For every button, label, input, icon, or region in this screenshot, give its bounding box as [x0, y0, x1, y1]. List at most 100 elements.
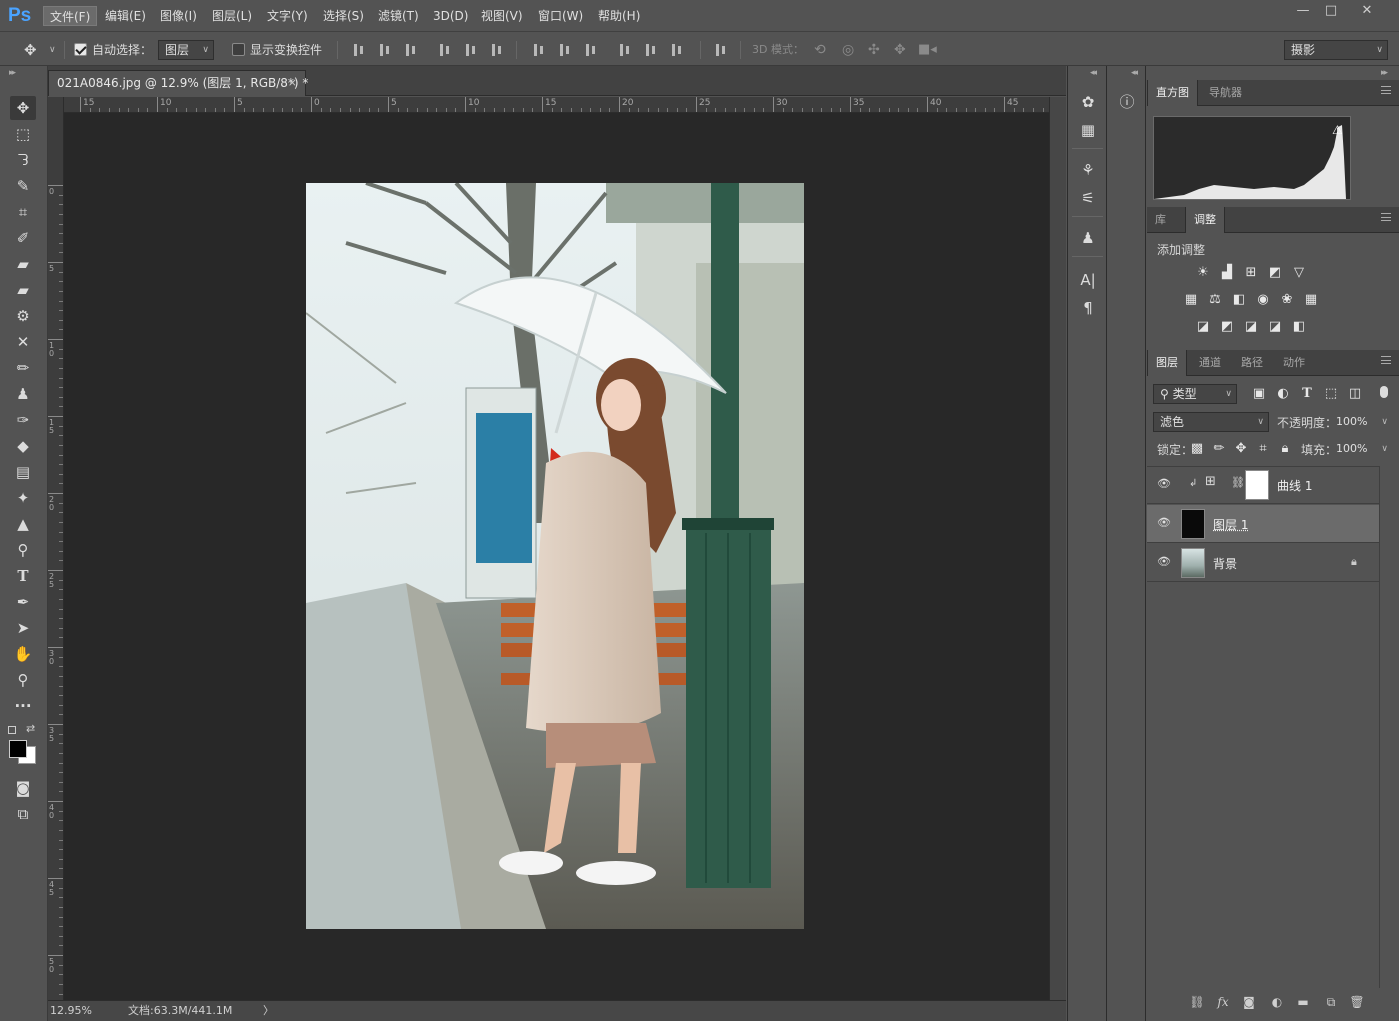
zoom-level[interactable]: 12.95%: [50, 1001, 92, 1021]
layer-style-fx-icon[interactable]: fx: [1215, 994, 1231, 1010]
distribute-vertical-center-icon[interactable]: [558, 44, 572, 56]
quick-select-tool-icon[interactable]: ✎: [10, 174, 36, 198]
levels-icon[interactable]: ▟: [1219, 265, 1235, 281]
horizontal-ruler[interactable]: 15 10 5 0 5 10 15 20 25 30 35 40 45: [64, 97, 1049, 113]
maximize-button[interactable]: □: [1317, 2, 1345, 20]
lock-transparent-icon[interactable]: ▩: [1189, 441, 1205, 457]
blend-mode-dropdown[interactable]: 滤色 ∨: [1153, 412, 1269, 432]
menu-filter[interactable]: 滤镜(T): [372, 6, 425, 26]
menu-view[interactable]: 视图(V): [475, 6, 529, 26]
menu-edit[interactable]: 编辑(E): [99, 6, 152, 26]
mask-link-icon[interactable]: ⛓: [1231, 476, 1245, 489]
tab-adjustments[interactable]: 调整: [1185, 207, 1225, 233]
screen-mode-icon[interactable]: ⧉: [10, 802, 36, 826]
lock-artboard-icon[interactable]: ⌗: [1255, 441, 1271, 457]
align-top-icon[interactable]: [352, 44, 366, 56]
sharpen-tool-icon[interactable]: ▲: [10, 512, 36, 536]
3d-slide-icon[interactable]: ✥: [894, 40, 906, 60]
gradient-tool-icon[interactable]: ▤: [10, 460, 36, 484]
brightness-contrast-icon[interactable]: ☀: [1195, 265, 1211, 281]
panel-menu-icon[interactable]: [1381, 356, 1391, 364]
color-balance-icon[interactable]: ⚖: [1207, 292, 1223, 308]
3d-drag-icon[interactable]: ✣: [868, 40, 880, 60]
new-layer-icon[interactable]: ⧉: [1323, 994, 1339, 1010]
history-brush-tool-icon[interactable]: ✑: [10, 408, 36, 432]
menu-help[interactable]: 帮助(H): [592, 6, 646, 26]
3d-roll-icon[interactable]: ◎: [842, 40, 854, 60]
align-vertical-center-icon[interactable]: [378, 44, 392, 56]
lasso-tool-icon[interactable]: ᘊ: [10, 148, 36, 172]
character-panel-icon[interactable]: A|: [1076, 268, 1100, 292]
gradient-map-icon[interactable]: ◧: [1291, 319, 1307, 335]
clone-source-icon[interactable]: ♟: [1076, 226, 1100, 250]
expand-toolbar-icon[interactable]: ▸▸: [9, 68, 16, 78]
align-horizontal-center-icon[interactable]: [464, 44, 478, 56]
distribute-horizontal-center-icon[interactable]: [644, 44, 658, 56]
color-lookup-icon[interactable]: ▦: [1303, 292, 1319, 308]
paragraph-panel-icon[interactable]: ¶: [1076, 296, 1100, 320]
menu-file[interactable]: 文件(F): [43, 6, 98, 26]
zoom-tool-icon[interactable]: ⚲: [10, 668, 36, 692]
type-tool-icon[interactable]: T: [10, 564, 36, 588]
new-adjustment-layer-icon[interactable]: ◐: [1269, 994, 1285, 1010]
hand-tool-icon[interactable]: ✋: [10, 642, 36, 666]
visibility-eye-icon[interactable]: 👁︎: [1157, 517, 1171, 529]
filter-type-icon[interactable]: T: [1299, 386, 1315, 402]
menu-layer[interactable]: 图层(L): [206, 6, 258, 26]
channel-mixer-icon[interactable]: ❀: [1279, 292, 1295, 308]
distribute-right-icon[interactable]: [670, 44, 684, 56]
pen-tool-icon[interactable]: ✒: [10, 590, 36, 614]
layer-name[interactable]: 图层 1: [1213, 516, 1248, 533]
patch-tool-icon[interactable]: ⚙: [10, 304, 36, 328]
filter-pixel-icon[interactable]: ▣: [1251, 386, 1267, 402]
canvas-area[interactable]: [64, 113, 1049, 1000]
filter-smart-object-icon[interactable]: ◫: [1347, 386, 1363, 402]
3d-scale-icon[interactable]: ■◂: [918, 40, 937, 60]
layer-row-layer-1[interactable]: 👁︎ 图层 1: [1147, 505, 1379, 543]
vibrance-icon[interactable]: ▽: [1291, 265, 1307, 281]
layer-name[interactable]: 曲线 1: [1277, 477, 1312, 494]
add-mask-icon[interactable]: ◙: [1241, 994, 1257, 1010]
3d-rotate-icon[interactable]: ⟲: [814, 40, 826, 60]
move-tool-preset-icon[interactable]: ✥: [24, 40, 37, 60]
status-menu-arrow-icon[interactable]: 〉: [263, 1001, 274, 1021]
swatches-panel-icon[interactable]: ▦: [1076, 118, 1100, 142]
vertical-ruler[interactable]: 0 5 10 15 20 25 30 35 40 45 50: [48, 97, 64, 1000]
collapse-panels-icon[interactable]: ▸▸: [1381, 68, 1388, 78]
filter-toggle[interactable]: [1380, 386, 1388, 398]
brush-settings-icon[interactable]: ⚟: [1076, 186, 1100, 210]
spot-healing-tool-icon[interactable]: ▰: [10, 252, 36, 276]
photo-filter-icon[interactable]: ◉: [1255, 292, 1271, 308]
swap-colors-icon[interactable]: ⇄: [26, 722, 35, 735]
layer-row-background[interactable]: 👁︎ 背景 🔒︎: [1147, 544, 1379, 582]
move-tool-icon[interactable]: ✥: [10, 96, 36, 120]
delete-layer-trash-icon[interactable]: 🗑︎: [1349, 994, 1365, 1010]
filter-shape-icon[interactable]: ⬚: [1323, 386, 1339, 402]
layer-filter-dropdown[interactable]: ⚲ 类型 ∨: [1153, 384, 1237, 404]
align-left-icon[interactable]: [438, 44, 452, 56]
auto-select-dropdown[interactable]: 图层 ∨: [158, 40, 214, 60]
quick-mask-icon[interactable]: ◙: [10, 776, 36, 800]
brush-tool-icon[interactable]: ✏: [10, 356, 36, 380]
menu-image[interactable]: 图像(I): [154, 6, 203, 26]
align-right-icon[interactable]: [490, 44, 504, 56]
menu-window[interactable]: 窗口(W): [532, 6, 589, 26]
color-panel-icon[interactable]: ✿: [1076, 90, 1100, 114]
vertical-scrollbar[interactable]: [1049, 97, 1066, 1000]
document-tab[interactable]: 021A0846.jpg @ 12.9% (图层 1, RGB/8*) * ×: [48, 70, 308, 96]
eyedropper-tool-icon[interactable]: ✐: [10, 226, 36, 250]
close-document-icon[interactable]: ×: [288, 71, 297, 95]
layer-name[interactable]: 背景: [1213, 555, 1237, 572]
document-image[interactable]: [306, 183, 804, 929]
invert-icon[interactable]: ◪: [1195, 319, 1211, 335]
visibility-eye-icon[interactable]: 👁︎: [1157, 478, 1171, 490]
foreground-color-swatch[interactable]: [9, 740, 27, 758]
lock-all-icon[interactable]: 🔒︎: [1277, 441, 1293, 457]
menu-3d[interactable]: 3D(D): [427, 6, 474, 26]
show-transform-checkbox[interactable]: [232, 43, 245, 56]
tab-histogram[interactable]: 直方图: [1147, 80, 1198, 106]
tab-paths[interactable]: 路径: [1233, 350, 1271, 376]
distribute-top-icon[interactable]: [532, 44, 546, 56]
clone-stamp-tool-icon[interactable]: ♟: [10, 382, 36, 406]
auto-select-checkbox[interactable]: [74, 43, 87, 56]
